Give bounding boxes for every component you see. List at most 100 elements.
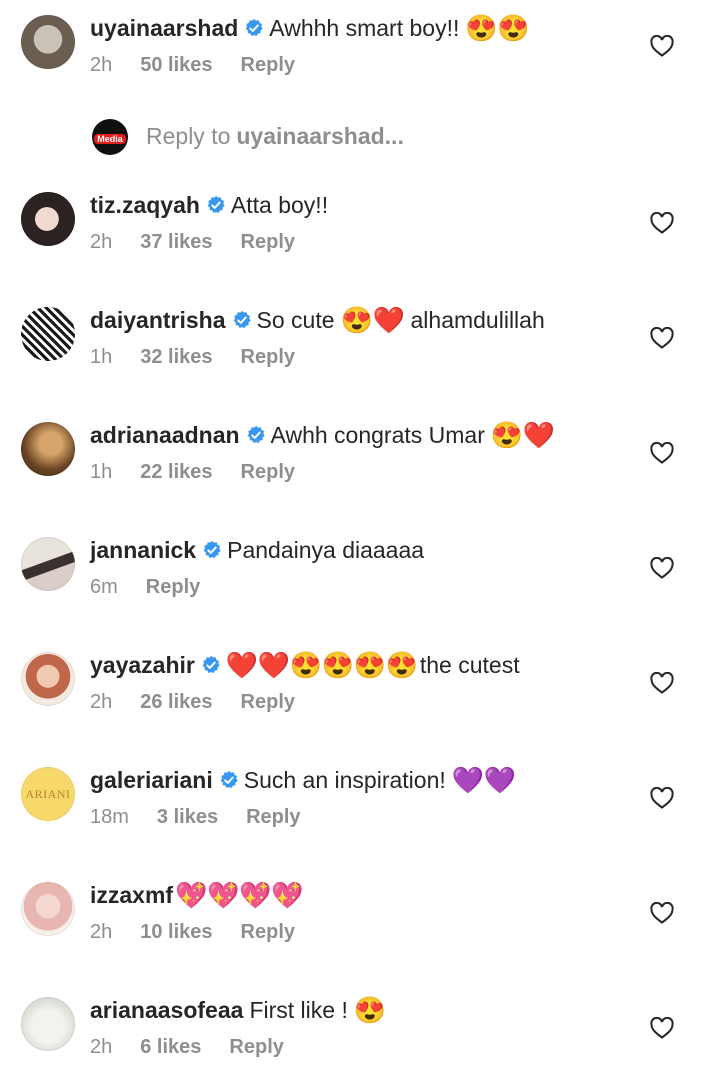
like-heart-icon[interactable] bbox=[650, 787, 674, 809]
comment-line: tiz.zaqyah Atta boy!! bbox=[90, 185, 328, 225]
heart-eyes-emoji-icon: 😍 bbox=[385, 650, 419, 680]
comment-line: adrianaadnan Awhh congrats Umar 😍 ❤️ bbox=[90, 415, 555, 455]
comment-time: 2h bbox=[90, 53, 113, 76]
comment-likes[interactable]: 32 likes bbox=[140, 346, 212, 369]
like-heart-icon[interactable] bbox=[650, 902, 674, 924]
comment-meta: 2h 26 likes Reply bbox=[90, 685, 295, 719]
verified-badge-icon bbox=[220, 770, 238, 788]
avatar[interactable]: ARIANI bbox=[21, 767, 75, 821]
comment-text: Awhhh smart boy!! bbox=[269, 15, 460, 41]
sparkling-heart-emoji-icon: 💖 bbox=[271, 880, 304, 910]
comment-text: Awhh congrats Umar bbox=[270, 422, 485, 448]
comment-username[interactable]: galeriariani bbox=[90, 760, 213, 800]
reply-button[interactable]: Reply bbox=[246, 806, 300, 829]
reply-button[interactable]: Reply bbox=[241, 921, 295, 944]
svg-text:Media: Media bbox=[97, 134, 124, 144]
avatar[interactable] bbox=[21, 422, 75, 476]
avatar[interactable] bbox=[21, 652, 75, 706]
comment-likes[interactable]: 10 likes bbox=[140, 921, 212, 944]
comment-line: arianaasofeaa First like ! 😍 bbox=[90, 990, 386, 1030]
heart-eyes-emoji-icon: 😍 bbox=[289, 650, 323, 680]
heart-eyes-emoji-icon: 😍 bbox=[465, 13, 498, 43]
red-heart-emoji-icon: ❤️ bbox=[372, 305, 405, 335]
reply-button[interactable]: Reply bbox=[146, 576, 200, 599]
comment-item: daiyantrisha So cute 😍 ❤️ alhamdulillah … bbox=[0, 300, 710, 400]
comment-line: jannanick Pandainya diaaaaa bbox=[90, 530, 424, 570]
comment-item: tiz.zaqyah Atta boy!! 2h 37 likes Reply bbox=[0, 185, 710, 285]
comment-likes[interactable]: 3 likes bbox=[157, 806, 218, 829]
like-heart-icon[interactable] bbox=[650, 672, 674, 694]
reply-button[interactable]: Reply bbox=[241, 54, 295, 77]
reply-button[interactable]: Reply bbox=[229, 1036, 283, 1059]
avatar[interactable] bbox=[21, 15, 75, 69]
like-heart-icon[interactable] bbox=[650, 442, 674, 464]
reply-button[interactable]: Reply bbox=[241, 461, 295, 484]
avatar[interactable] bbox=[21, 997, 75, 1051]
comment-likes[interactable]: 6 likes bbox=[140, 1036, 201, 1059]
avatar[interactable] bbox=[21, 537, 75, 591]
avatar[interactable] bbox=[21, 882, 75, 936]
comment-username[interactable]: tiz.zaqyah bbox=[90, 185, 200, 225]
like-heart-icon[interactable] bbox=[650, 1017, 674, 1039]
like-heart-icon[interactable] bbox=[650, 557, 674, 579]
comment-meta: 18m 3 likes Reply bbox=[90, 800, 301, 834]
red-heart-emoji-icon: ❤️ bbox=[257, 650, 291, 680]
comment-likes[interactable]: 50 likes bbox=[140, 54, 212, 77]
comment-line: yayazahir ❤️ ❤️ 😍 😍 😍 😍 the cutest bbox=[90, 645, 520, 685]
comment-meta: 6m Reply bbox=[90, 570, 200, 604]
reply-button[interactable]: Reply bbox=[241, 231, 295, 254]
avatar[interactable] bbox=[21, 307, 75, 361]
comment-meta: 2h 50 likes Reply bbox=[90, 48, 295, 82]
comment-username[interactable]: jannanick bbox=[90, 530, 196, 570]
comment-username[interactable]: uyainaarshad bbox=[90, 8, 238, 48]
purple-heart-emoji-icon: 💜 bbox=[483, 765, 517, 795]
verified-badge-icon bbox=[247, 425, 265, 443]
comment-meta: 1h 22 likes Reply bbox=[90, 455, 295, 489]
red-heart-emoji-icon: ❤️ bbox=[225, 650, 259, 680]
like-heart-icon[interactable] bbox=[650, 35, 674, 57]
heart-eyes-emoji-icon: 😍 bbox=[497, 13, 530, 43]
comment-text: Pandainya diaaaaa bbox=[227, 537, 425, 563]
comment-meta: 2h 37 likes Reply bbox=[90, 225, 295, 259]
comment-time: 1h bbox=[90, 460, 113, 483]
emoji-group: ❤️ ❤️ 😍 😍 😍 😍 bbox=[225, 650, 419, 680]
comment-username[interactable]: adrianaadnan bbox=[90, 415, 240, 455]
sparkling-heart-emoji-icon: 💖 bbox=[239, 880, 272, 910]
media-logo-icon: Media bbox=[94, 134, 126, 144]
comment-line: galeriariani Such an inspiration! 💜 💜 bbox=[90, 760, 517, 800]
comment-item: uyainaarshad Awhhh smart boy!! 😍 😍 2h 50… bbox=[0, 8, 710, 108]
comment-text: First like ! bbox=[249, 997, 348, 1023]
comment-username[interactable]: arianaasofeaa bbox=[90, 990, 243, 1030]
emoji-group: 😍 bbox=[354, 995, 386, 1025]
avatar[interactable] bbox=[21, 192, 75, 246]
heart-eyes-emoji-icon: 😍 bbox=[353, 650, 387, 680]
comment-likes[interactable]: 26 likes bbox=[140, 691, 212, 714]
comment-item: jannanick Pandainya diaaaaa 6m Reply bbox=[0, 530, 710, 630]
reply-button[interactable]: Reply bbox=[241, 691, 295, 714]
comment-username[interactable]: izzaxmf bbox=[90, 875, 173, 915]
comment-time: 6m bbox=[90, 575, 118, 598]
heart-eyes-emoji-icon: 😍 bbox=[340, 305, 373, 335]
comment-item: izzaxmf 💖 💖 💖 💖 2h 10 likes Reply bbox=[0, 875, 710, 975]
comment-text: So cute bbox=[256, 307, 335, 333]
like-heart-icon[interactable] bbox=[650, 212, 674, 234]
comment-username[interactable]: daiyantrisha bbox=[90, 300, 226, 340]
comment-time: 18m bbox=[90, 805, 129, 828]
comment-likes[interactable]: 37 likes bbox=[140, 231, 212, 254]
comment-item: yayazahir ❤️ ❤️ 😍 😍 😍 😍 the cutest 2h 26… bbox=[0, 645, 710, 745]
comment-likes[interactable]: 22 likes bbox=[140, 461, 212, 484]
reply-button[interactable]: Reply bbox=[241, 346, 295, 369]
comment-time: 1h bbox=[90, 345, 113, 368]
comment-item: adrianaadnan Awhh congrats Umar 😍 ❤️ 1h … bbox=[0, 415, 710, 515]
purple-heart-emoji-icon: 💜 bbox=[451, 765, 485, 795]
comment-text-after: alhamdulillah bbox=[410, 307, 545, 333]
heart-eyes-emoji-icon: 😍 bbox=[321, 650, 355, 680]
reply-input-placeholder[interactable]: Reply to uyainaarshad... bbox=[146, 110, 404, 162]
comment-username[interactable]: yayazahir bbox=[90, 645, 195, 685]
emoji-group: 💜 💜 bbox=[451, 765, 517, 795]
like-heart-icon[interactable] bbox=[650, 327, 674, 349]
reply-prompt[interactable]: Media Reply to uyainaarshad... bbox=[0, 110, 710, 162]
verified-badge-icon bbox=[202, 655, 220, 673]
comment-line: izzaxmf 💖 💖 💖 💖 bbox=[90, 875, 304, 915]
comment-text: Atta boy!! bbox=[230, 192, 329, 218]
